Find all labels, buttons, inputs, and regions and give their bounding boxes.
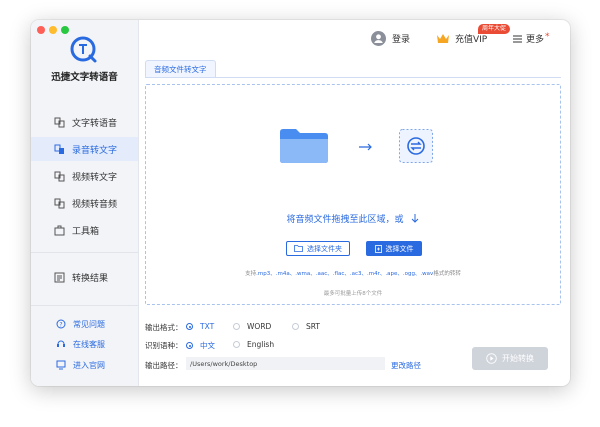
sidebar-item-text-to-speech[interactable]: 文字转语音	[31, 110, 138, 134]
faq-link[interactable]: ? 常见问题	[31, 314, 138, 334]
folder-icon	[280, 129, 328, 163]
tab-underline	[145, 77, 561, 78]
faq-label: 常见问题	[73, 319, 105, 329]
zoom-window-button[interactable]	[61, 26, 69, 34]
sidebar: 迅捷文字转语音 文字转语音 录音转文字 视频转文字 视频转音频 工具箱 转换结果	[31, 20, 139, 386]
formats-list: .mp3、.m4a、.wma、.aac、.flac、.ac3、.m4r、.ape…	[256, 271, 434, 277]
output-path-input[interactable]	[186, 357, 385, 370]
language-radio-chinese[interactable]: 中文	[186, 340, 215, 351]
online-support-link[interactable]: 在线客服	[31, 334, 138, 354]
toolbox-icon	[54, 225, 65, 235]
file-plus-icon	[374, 244, 382, 253]
app-window: 迅捷文字转语音 文字转语音 录音转文字 视频转文字 视频转音频 工具箱 转换结果	[31, 20, 570, 386]
format-radio-word[interactable]: WORD	[233, 322, 271, 331]
question-icon: ?	[56, 319, 66, 329]
formats-prefix: 支持	[245, 271, 257, 277]
sidebar-item-video-to-text[interactable]: 视频转文字	[31, 164, 138, 188]
arrow-down-icon	[412, 214, 419, 223]
online-support-label: 在线客服	[73, 339, 105, 349]
convert-icon	[399, 129, 433, 163]
audio-file-icon	[54, 144, 64, 154]
select-file-button[interactable]: 选择文件	[366, 241, 422, 256]
output-format-label: 输出格式：	[145, 323, 183, 332]
sidebar-item-results[interactable]: 转换结果	[31, 265, 138, 289]
crown-icon	[437, 34, 449, 43]
more-menu-button[interactable]: 更多 *	[513, 32, 550, 45]
more-label: 更多	[526, 35, 545, 45]
play-circle-icon	[486, 353, 497, 364]
language-option-label: 中文	[200, 341, 215, 350]
menu-icon	[513, 35, 522, 42]
vip-promo-badge: 周年大促	[478, 24, 511, 34]
user-avatar-icon	[371, 31, 386, 46]
login-label: 登录	[392, 35, 411, 45]
radio-dot	[233, 341, 240, 348]
login-button[interactable]: 登录	[371, 31, 410, 46]
sidebar-divider	[31, 252, 138, 253]
drop-prompt-text: 将音频文件拖拽至此区域，或	[286, 215, 404, 225]
format-label: TXT	[200, 322, 215, 331]
radio-dot	[292, 323, 299, 330]
upload-limit: 最多可批量上传8个文件	[323, 291, 383, 297]
change-path-link[interactable]: 更改路径	[391, 360, 421, 371]
folder-outline-icon	[294, 245, 303, 252]
official-site-link[interactable]: 进入官网	[31, 355, 138, 375]
close-window-button[interactable]	[37, 26, 45, 34]
select-file-label: 选择文件	[385, 244, 414, 253]
text-icon	[54, 117, 65, 127]
sidebar-item-audio-to-text[interactable]: 录音转文字	[31, 137, 138, 161]
video-icon	[54, 171, 65, 181]
start-conversion-label: 开始转换	[502, 354, 534, 363]
sidebar-divider	[31, 305, 138, 306]
select-folder-button[interactable]: 选择文件夹	[286, 241, 350, 256]
sidebar-item-toolbox[interactable]: 工具箱	[31, 218, 138, 242]
radio-dot	[233, 323, 240, 330]
sidebar-item-video-to-audio[interactable]: 视频转音频	[31, 191, 138, 215]
language-radio-english[interactable]: English	[233, 340, 274, 349]
video-audio-icon	[54, 198, 65, 208]
monitor-icon	[56, 360, 66, 370]
sidebar-item-label: 文字转语音	[72, 118, 118, 129]
app-name: 迅捷文字转语音	[51, 72, 118, 83]
formats-suffix: 格式的转转	[433, 271, 461, 277]
official-site-label: 进入官网	[73, 360, 105, 370]
headset-icon	[57, 340, 65, 347]
format-radio-srt[interactable]: SRT	[292, 322, 320, 331]
sidebar-item-label: 工具箱	[72, 226, 100, 237]
sidebar-item-label: 录音转文字	[72, 145, 118, 156]
language-label: 识别语种：	[145, 341, 183, 350]
drop-prompt: 将音频文件拖拽至此区域，或	[146, 212, 560, 225]
output-path-label: 输出路径：	[145, 361, 183, 370]
tab-audio-to-text[interactable]: 音频文件转文字	[145, 60, 216, 78]
file-drop-zone[interactable]: 将音频文件拖拽至此区域，或 选择文件夹 选择文件 支持.mp3、.m4a、.wm…	[145, 84, 561, 305]
sidebar-item-label: 视频转文字	[72, 172, 118, 183]
arrow-right-icon	[359, 143, 372, 151]
format-label: SRT	[306, 322, 321, 331]
radio-dot	[186, 323, 193, 330]
sidebar-item-label: 转换结果	[72, 273, 109, 284]
svg-text:?: ?	[59, 321, 62, 328]
format-radio-txt[interactable]: TXT	[186, 322, 214, 331]
sidebar-item-label: 视频转音频	[72, 199, 118, 210]
select-folder-label: 选择文件夹	[307, 244, 342, 253]
results-icon	[54, 272, 65, 282]
minimize-window-button[interactable]	[49, 26, 57, 34]
supported-formats: 支持.mp3、.m4a、.wma、.aac、.flac、.ac3、.m4r、.a…	[146, 269, 560, 277]
app-logo-icon	[70, 36, 97, 63]
start-conversion-button[interactable]: 开始转换	[472, 347, 548, 370]
language-option-label: English	[247, 340, 275, 349]
notification-dot: *	[545, 31, 550, 42]
format-label: WORD	[247, 322, 272, 331]
radio-dot	[186, 342, 193, 349]
